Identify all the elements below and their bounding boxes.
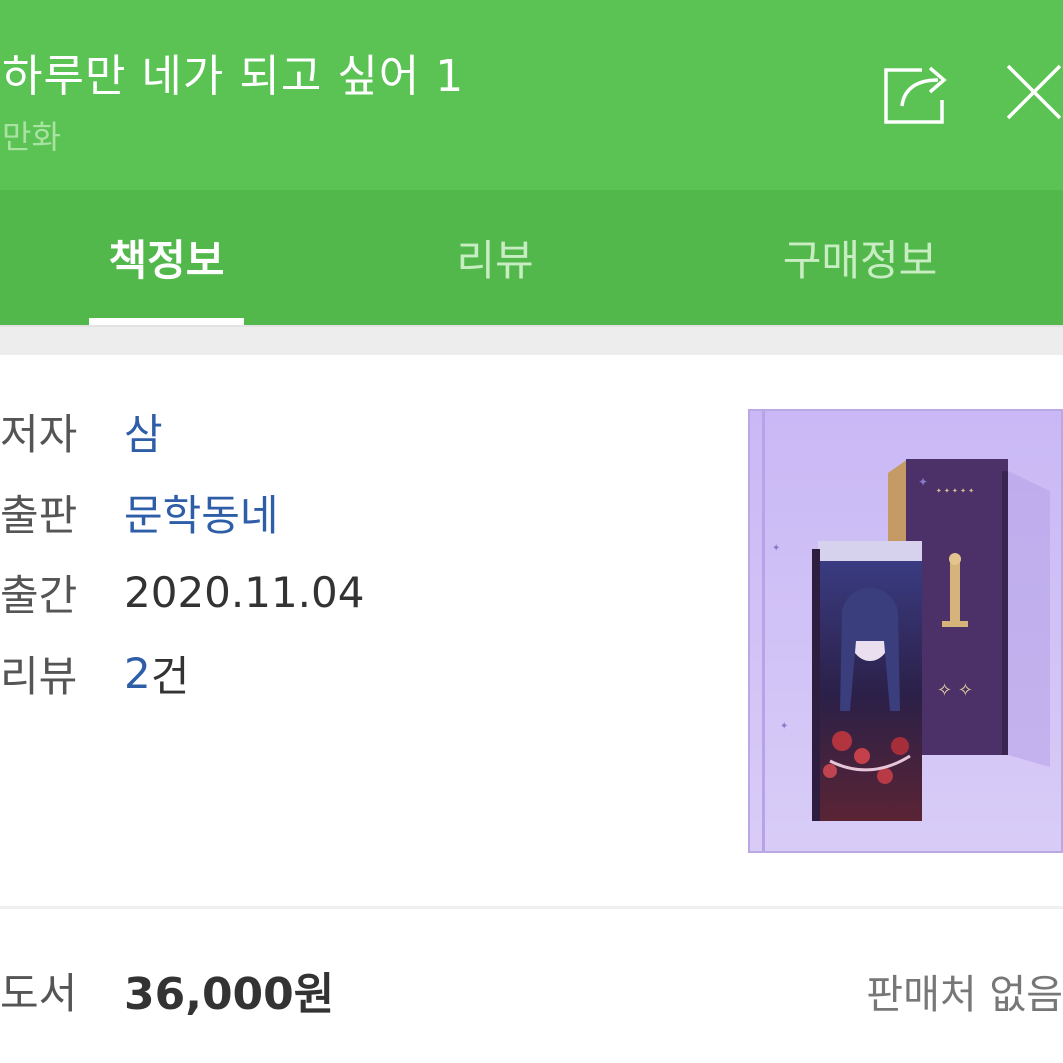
publish-date-row: 출간 2020.11.04 bbox=[0, 557, 364, 627]
review-count-unit: 건 bbox=[150, 651, 190, 701]
author-label: 저자 bbox=[0, 409, 78, 459]
tab-book-info[interactable]: 책정보 bbox=[89, 190, 244, 325]
price-value: 36,000원 bbox=[124, 969, 335, 1020]
svg-text:✧ ✧: ✧ ✧ bbox=[937, 680, 973, 701]
share-icon bbox=[884, 66, 947, 124]
close-icon bbox=[1006, 64, 1062, 120]
share-button[interactable] bbox=[882, 60, 958, 126]
publish-date-value: 2020.11.04 bbox=[124, 567, 365, 617]
price-label: 도서 bbox=[0, 969, 78, 1018]
seller-status: 판매처 없음 bbox=[866, 972, 1063, 1018]
tab-review[interactable]: 리뷰 bbox=[420, 190, 570, 325]
app-header: 하루만 네가 되고 싶어 1 만화 bbox=[0, 0, 1063, 190]
publisher-link[interactable]: 문학동네 bbox=[124, 482, 279, 543]
svg-text:✦: ✦ bbox=[772, 543, 780, 554]
author-row: 저자 삼 bbox=[0, 396, 163, 466]
price-row: 도서 36,000원 판매처 없음 bbox=[0, 952, 1063, 1022]
tab-bar: 책정보 리뷰 구매정보 bbox=[0, 190, 1063, 325]
review-count-row: 리뷰 2건 bbox=[0, 638, 189, 708]
svg-text:✦ ✦ ✦ ✦ ✦: ✦ ✦ ✦ ✦ ✦ bbox=[936, 487, 974, 495]
author-link[interactable]: 삼 bbox=[124, 401, 163, 462]
review-label: 리뷰 bbox=[0, 651, 78, 701]
review-count-link[interactable]: 2 bbox=[124, 649, 151, 698]
publisher-label: 출판 bbox=[0, 490, 78, 540]
section-separator bbox=[0, 325, 1063, 355]
tab-purchase-info[interactable]: 구매정보 bbox=[760, 190, 960, 325]
close-button[interactable] bbox=[1000, 60, 1063, 126]
active-tab-indicator bbox=[89, 318, 244, 325]
svg-text:✦: ✦ bbox=[918, 475, 928, 489]
book-title: 하루만 네가 되고 싶어 1 bbox=[2, 51, 465, 102]
publisher-row: 출판 문학동네 bbox=[0, 477, 279, 547]
svg-text:✦: ✦ bbox=[780, 721, 788, 732]
book-category: 만화 bbox=[2, 118, 61, 156]
book-cover-image[interactable]: ✦ ✦ ✦ ✦ ✦ ✧ ✧ ✦ ✦ ✦ bbox=[748, 409, 1063, 853]
publish-date-label: 출간 bbox=[0, 570, 78, 620]
book-cover-illustration: ✦ ✦ ✦ ✦ ✦ ✧ ✧ ✦ ✦ ✦ bbox=[750, 411, 1061, 851]
price-divider bbox=[0, 906, 1063, 909]
